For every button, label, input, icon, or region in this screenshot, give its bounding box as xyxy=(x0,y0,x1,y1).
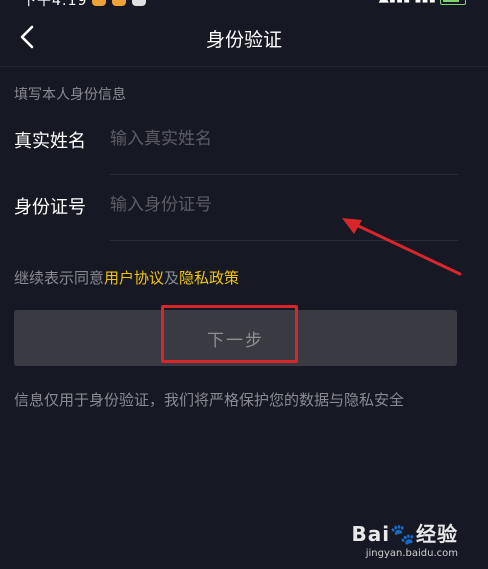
watermark-logo: Bai🐾经验 xyxy=(351,522,458,546)
divider xyxy=(0,66,488,67)
status-time: 下午4:19 xyxy=(22,0,88,9)
watermark-url: jingyan.baidu.com xyxy=(365,548,458,559)
divider xyxy=(110,174,458,175)
section-hint: 填写本人身份信息 xyxy=(14,87,126,103)
real-name-row: 真实姓名 xyxy=(14,116,458,175)
baidu-jingyan-watermark: Bai🐾经验 jingyan.baidu.com xyxy=(352,518,459,559)
agreement-prefix: 继续表示同意 xyxy=(14,269,105,287)
id-number-label: 身份证号 xyxy=(14,197,86,218)
user-agreement-link[interactable]: 用户协议 xyxy=(104,269,164,287)
agreement-text: 继续表示同意用户协议及隐私政策 xyxy=(14,267,239,288)
privacy-note: 信息仅用于身份验证，我们将严格保护您的数据与隐私安全 xyxy=(14,391,405,409)
status-indicators: ▲▮▮▮ ▮▮▮ xyxy=(379,0,466,5)
real-name-label: 真实姓名 xyxy=(14,131,86,152)
notification-icon xyxy=(132,0,146,6)
notification-icon xyxy=(112,0,126,6)
battery-icon xyxy=(440,0,466,5)
nav-bar: 身份验证 xyxy=(0,12,488,62)
agreement-conjunction: 及 xyxy=(164,269,180,287)
status-bar: 下午4:19 ▲▮▮▮ ▮▮▮ xyxy=(0,0,488,9)
signal-icon: ▲▮▮▮ ▮▮▮ xyxy=(379,0,436,5)
annotation-arrow-icon xyxy=(342,218,462,276)
page-title: 身份验证 xyxy=(205,29,282,51)
annotation-highlight-box xyxy=(161,305,298,363)
notification-icon xyxy=(92,0,106,6)
real-name-input[interactable] xyxy=(110,122,450,156)
privacy-policy-link[interactable]: 隐私政策 xyxy=(179,269,239,287)
